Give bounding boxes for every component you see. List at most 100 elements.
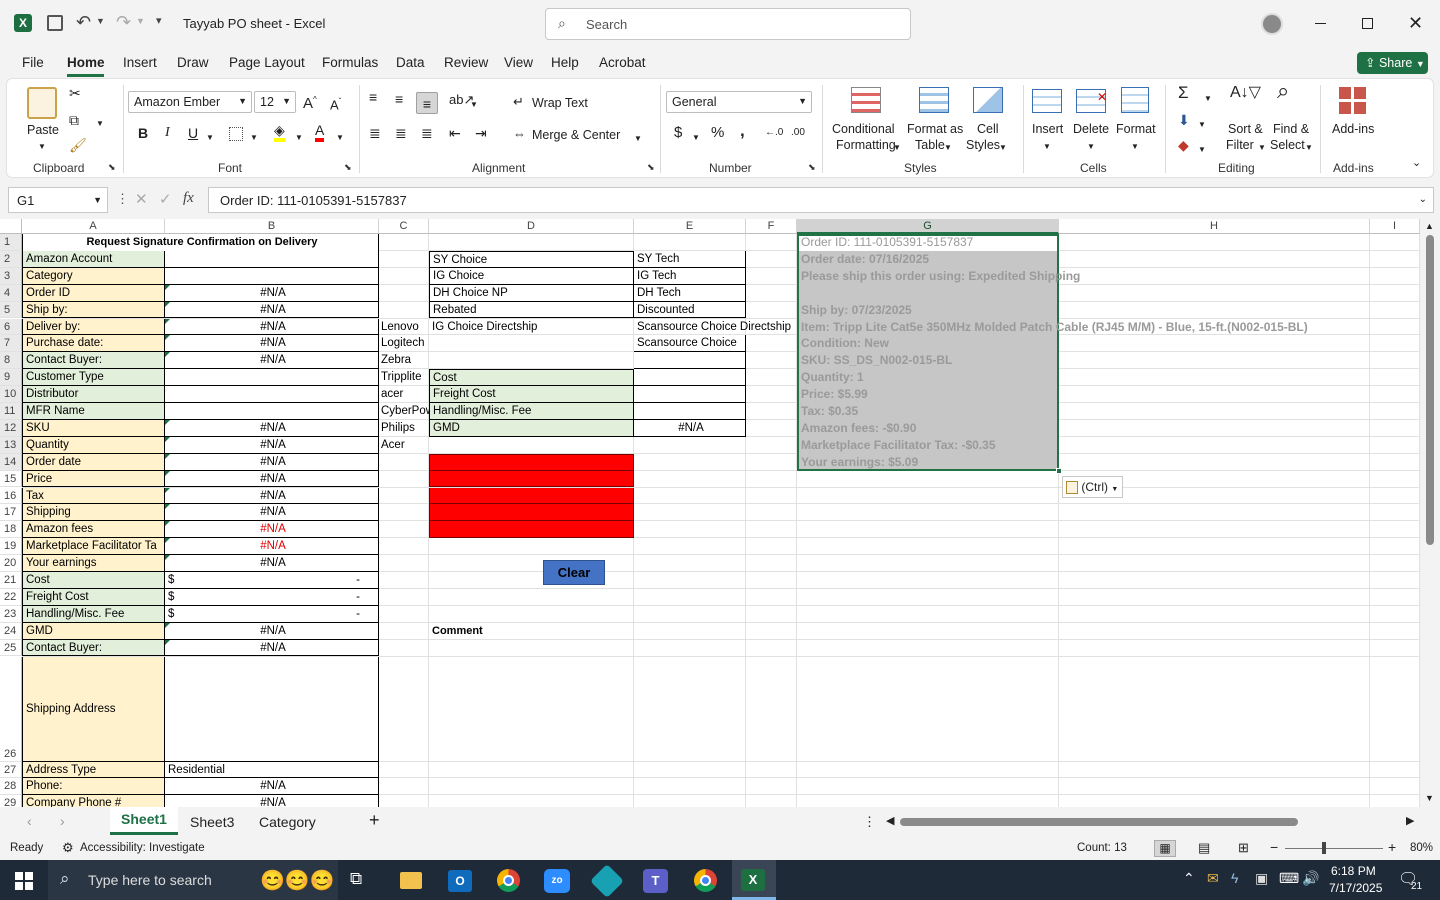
wrap-text-icon[interactable]: ↵ [513, 94, 524, 110]
row-header-22[interactable]: 22 [0, 588, 22, 606]
font-size-select[interactable]: 12 ▼ [254, 91, 296, 113]
tray-app2-icon[interactable]: ϟ [1231, 870, 1238, 886]
expand-formula-icon[interactable]: ⌄ [1419, 194, 1427, 205]
name-box[interactable]: G1 ▼ [8, 187, 108, 213]
delete-cells-label[interactable]: Delete [1073, 121, 1109, 137]
accessibility-status[interactable]: Accessibility: Investigate [80, 842, 205, 854]
cell-a9[interactable]: Customer Type [22, 369, 165, 387]
column-header-b[interactable]: B [165, 219, 379, 234]
row-header-8[interactable]: 8 [0, 352, 22, 370]
row-header-7[interactable]: 7 [0, 335, 22, 353]
prev-sheet-icon[interactable]: ‹ [27, 813, 32, 829]
row-header-11[interactable]: 11 [0, 403, 22, 420]
red-fill-cell[interactable] [429, 521, 634, 539]
chevron-down-icon[interactable]: ▼ [893, 140, 901, 156]
cell-a10[interactable]: Distributor [22, 386, 165, 403]
cell-d6[interactable]: IG Choice Directship [429, 319, 634, 336]
row-header-9[interactable]: 9 [0, 369, 22, 387]
cell-e10[interactable] [634, 386, 746, 403]
task-view-icon[interactable]: ⧉ [350, 869, 362, 889]
font-name-select[interactable]: Amazon Ember ▼ [128, 91, 252, 113]
cell-a1-title[interactable]: Request Signature Confirmation on Delive… [22, 234, 379, 251]
cell-b8[interactable]: #N/A [165, 352, 379, 370]
cell-e12[interactable]: #N/A [634, 419, 746, 437]
paste-label[interactable]: Paste [27, 122, 59, 138]
scroll-right-icon[interactable]: ▶ [1406, 814, 1414, 827]
cell-b25[interactable]: #N/A [165, 639, 379, 657]
cell-b24[interactable]: #N/A [165, 622, 379, 640]
cell-g5[interactable]: Ship by: 07/23/2025 [797, 302, 1420, 319]
tab-acrobat[interactable]: Acrobat [599, 55, 646, 70]
cell-c9[interactable]: Tripplite [379, 369, 429, 386]
save-icon[interactable] [47, 15, 63, 31]
taskbar-search[interactable]: ⌕ Type here to search 😊😊😊 [48, 860, 338, 900]
cell-a14[interactable]: Order date [22, 453, 165, 471]
chevron-down-icon[interactable]: ▼ [1087, 139, 1095, 155]
cell-a24[interactable]: GMD [22, 622, 165, 640]
zoom-level[interactable]: 80% [1410, 842, 1433, 854]
borders-icon[interactable] [229, 127, 243, 141]
row-header-24[interactable]: 24 [0, 622, 22, 640]
redo-icon[interactable]: ↷ [116, 12, 131, 33]
row-header-17[interactable]: 17 [0, 504, 22, 522]
cell-styles-icon[interactable] [973, 87, 1003, 113]
cell-e8[interactable] [634, 352, 746, 370]
cell-a23[interactable]: Handling/Misc. Fee [22, 605, 165, 623]
undo-icon[interactable]: ↶ [76, 12, 91, 33]
taskbar-app-icon[interactable] [590, 864, 624, 898]
sort-filter-label1[interactable]: Sort & [1228, 121, 1263, 137]
chevron-down-icon[interactable]: ▼ [1131, 139, 1139, 155]
cell-b18[interactable]: #N/A [165, 521, 379, 539]
fill-icon[interactable]: ⬇ [1178, 112, 1190, 128]
search-box[interactable]: ⌕ Search [545, 8, 911, 40]
percent-icon[interactable]: % [711, 125, 724, 141]
red-fill-cell[interactable] [429, 487, 634, 505]
cell-e3[interactable]: IG Tech [634, 267, 746, 285]
row-header-12[interactable]: 12 [0, 419, 22, 437]
paste-dropdown-icon[interactable]: ▼ [38, 139, 46, 155]
row-header-10[interactable]: 10 [0, 386, 22, 403]
cell-b21[interactable]: $ - [165, 572, 379, 589]
column-header-g[interactable]: G [797, 219, 1059, 234]
next-sheet-icon[interactable]: › [60, 813, 65, 829]
row-header-16[interactable]: 16 [0, 487, 22, 505]
align-left-icon[interactable]: ≣ [369, 125, 381, 141]
font-color-icon[interactable]: A [315, 123, 325, 142]
cell-b28[interactable]: #N/A [165, 778, 379, 795]
font-color-dropdown-icon[interactable]: ▼ [336, 130, 344, 146]
cell-d7[interactable] [429, 335, 634, 352]
scroll-thumb[interactable] [1426, 235, 1434, 545]
column-header-i[interactable]: I [1370, 219, 1420, 234]
cell-b22[interactable]: $ - [165, 588, 379, 606]
cell-b7[interactable]: #N/A [165, 335, 379, 353]
row-header-20[interactable]: 20 [0, 555, 22, 572]
add-sheet-icon[interactable]: + [369, 810, 380, 831]
zoom-slider[interactable] [1285, 842, 1383, 854]
number-format-select[interactable]: General ▼ [666, 91, 812, 113]
page-layout-view-icon[interactable]: ▤ [1198, 840, 1210, 856]
font-launcher-icon[interactable]: ⬊ [344, 162, 352, 173]
cell-a20[interactable]: Your earnings [22, 555, 165, 572]
teams-icon[interactable]: T [643, 869, 668, 893]
merge-center-button[interactable]: Merge & Center [532, 127, 620, 143]
zoom-out-icon[interactable]: − [1270, 839, 1278, 855]
cell-g2[interactable]: Order date: 07/16/2025 [797, 251, 1420, 268]
cell-e4[interactable]: DH Tech [634, 284, 746, 302]
cell-b10[interactable] [165, 386, 379, 403]
close-icon[interactable]: ✕ [1408, 13, 1423, 34]
find-select-label1[interactable]: Find & [1273, 121, 1309, 137]
enter-formula-icon[interactable]: ✓ [159, 190, 172, 208]
cell-b6[interactable]: #N/A [165, 318, 379, 336]
wrap-text-button[interactable]: Wrap Text [532, 95, 588, 111]
currency-dropdown-icon[interactable]: ▼ [692, 130, 700, 146]
cell-d2[interactable]: SY Choice [429, 250, 634, 268]
cell-b2[interactable] [165, 250, 379, 268]
vertical-scrollbar[interactable]: ▲ ▼ [1420, 219, 1440, 807]
zoom-thumb[interactable] [1322, 842, 1326, 854]
zoom-app-icon[interactable]: zo [544, 869, 570, 893]
cell-e2[interactable]: SY Tech [634, 250, 746, 268]
cell-a22[interactable]: Freight Cost [22, 588, 165, 606]
cell-d4[interactable]: DH Choice NP [429, 284, 634, 302]
cell-e9[interactable] [634, 369, 746, 387]
cell-b5[interactable]: #N/A [165, 301, 379, 319]
